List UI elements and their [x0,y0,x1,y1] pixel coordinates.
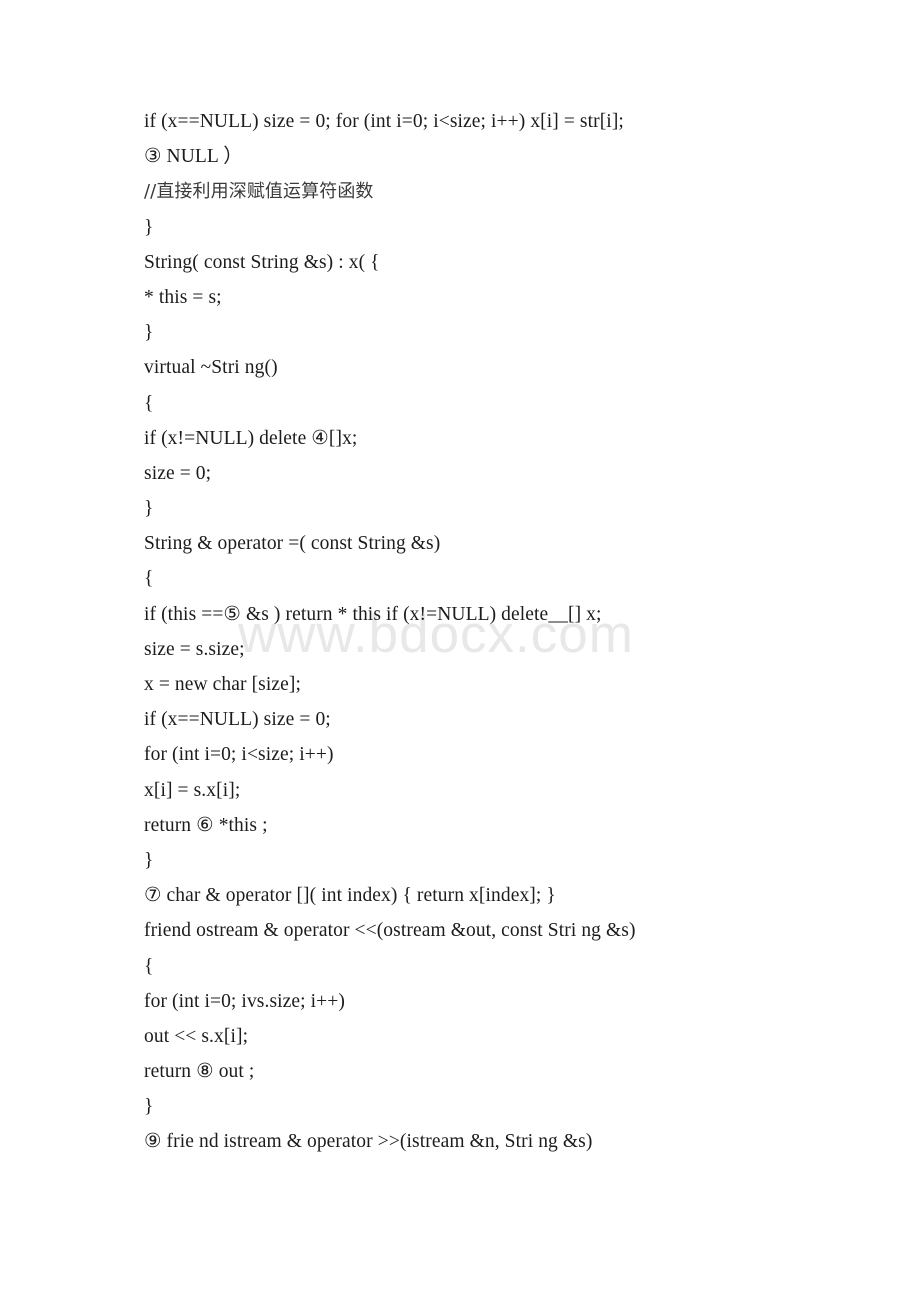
text-line: ③ NULL ） [144,146,243,168]
text-line: x = new char [size]; [144,674,302,695]
document-text-body: if (x==NULL) size = 0; for (int i=0; i<s… [144,104,844,1160]
text-line: for (int i=0; i<size; i++) [144,744,334,766]
text-line: return ⑧ out ; [144,1061,255,1083]
text-line: } [144,216,154,238]
text-line: size = s.size; [144,638,245,660]
text-line: for (int i=0; ivs.size; i++) [144,990,345,1012]
text-line: { [144,955,154,977]
text-line: friend ostream & operator <<(ostream &ou… [144,920,636,942]
text-line: if (this ==⑤ &s ) return * this if (x!=N… [144,603,602,625]
text-line: ⑨ frie nd istream & operator >>(istream … [144,1131,593,1153]
text-line: } [144,322,154,344]
text-line: ⑦ char & operator []( int index) { retur… [144,885,556,907]
text-line: * this = s; [144,286,222,308]
text-line: out << s.x[i]; [144,1025,249,1047]
text-line: if (x==NULL) size = 0; [144,709,331,731]
document-page: www.bdocx.com if (x==NULL) size = 0; for… [0,0,920,1302]
text-line: if (x!=NULL) delete ④[]x; [144,427,358,449]
text-line: { [144,392,154,414]
text-line: } [144,498,154,520]
text-line: return ⑥ *this ; [144,814,268,836]
text-line: String & operator =( const String &s) [144,533,441,555]
text-line: size = 0; [144,462,212,484]
text-line: virtual ~Stri ng() [144,357,278,379]
text-line: //直接利用深赋值运算符函数 [144,181,374,203]
text-line: String( const String &s) : x( { [144,251,380,273]
text-line: if (x==NULL) size = 0; for (int i=0; i<s… [144,111,624,132]
text-line: { [144,568,154,590]
text-line: } [144,1096,154,1118]
text-line: x[i] = s.x[i]; [144,779,241,801]
text-line: } [144,849,154,871]
